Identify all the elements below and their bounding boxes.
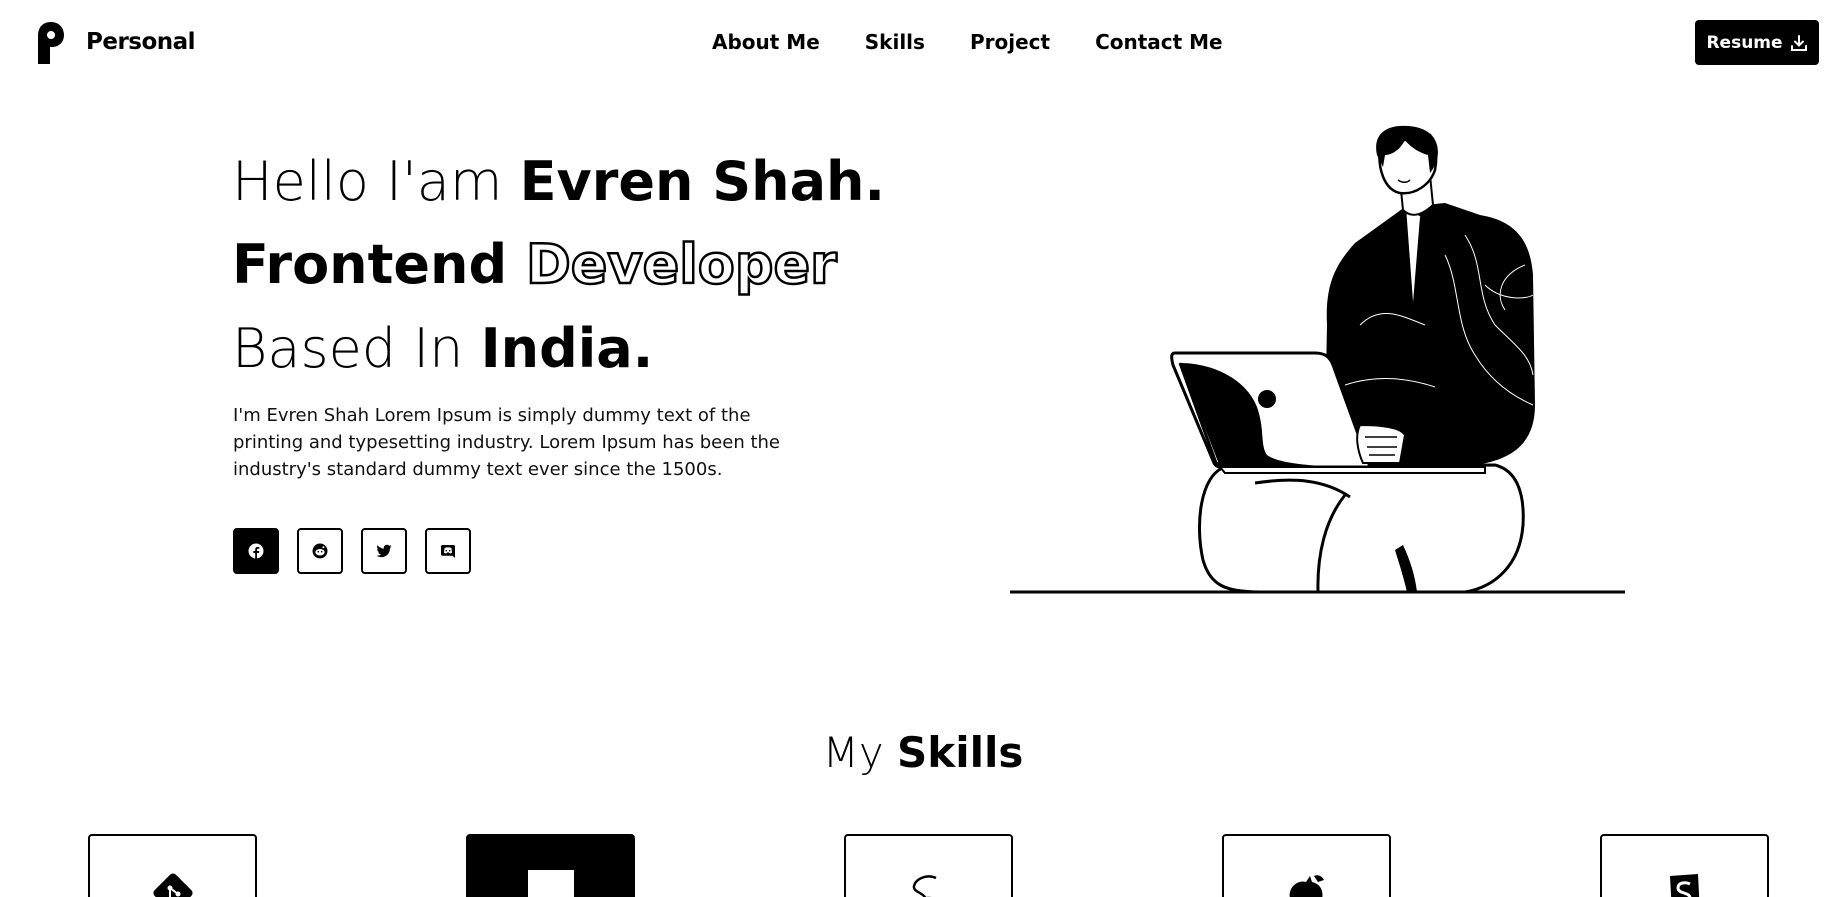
facebook-icon — [248, 543, 264, 559]
skill-card-storybook[interactable] — [1600, 834, 1769, 897]
nav-about-me[interactable]: About Me — [712, 30, 820, 54]
javascript-icon: JS — [527, 870, 574, 897]
discord-button[interactable] — [425, 528, 471, 574]
hero-greeting: Hello I'am — [232, 150, 520, 213]
resume-label: Resume — [1706, 32, 1783, 53]
download-icon — [1790, 34, 1807, 51]
hero-heading-line-3: Based In India. — [232, 322, 653, 376]
skills-heading: My Skills — [0, 728, 1846, 777]
hero-role-prefix: Frontend — [232, 233, 526, 296]
skill-card-javascript[interactable]: JS — [466, 834, 635, 897]
hero-name: Evren Shah. — [519, 150, 885, 213]
skill-card-sass[interactable] — [844, 834, 1013, 897]
storybook-icon — [1669, 874, 1699, 897]
social-links — [233, 528, 471, 574]
hero-heading-line-1: Hello I'am Evren Shah. — [232, 155, 885, 209]
main-nav: About Me Skills Project Contact Me — [712, 30, 1223, 54]
skills-title-light: My — [822, 728, 898, 777]
hero-role-outline: Developer — [525, 233, 838, 296]
sass-icon — [912, 875, 937, 897]
nav-contact-me[interactable]: Contact Me — [1095, 30, 1223, 54]
git-icon — [152, 873, 193, 897]
twitter-icon — [376, 544, 392, 558]
brand-logo[interactable]: Personal — [36, 20, 196, 64]
nav-project[interactable]: Project — [970, 30, 1050, 54]
reddit-button[interactable] — [297, 528, 343, 574]
hero-illustration — [1010, 125, 1625, 594]
hero-heading-line-2: Frontend Developer — [232, 236, 838, 293]
p-logo-icon — [38, 22, 64, 64]
twitter-button[interactable] — [361, 528, 407, 574]
redux-icon — [1289, 875, 1324, 897]
hero-location: India. — [480, 317, 654, 380]
skill-card-git[interactable] — [88, 834, 257, 897]
nav-skills[interactable]: Skills — [865, 30, 925, 54]
skill-card-redux[interactable] — [1222, 834, 1391, 897]
reddit-icon — [312, 543, 328, 559]
skills-title-bold: Skills — [897, 728, 1024, 777]
facebook-button[interactable] — [233, 528, 279, 574]
brand-name: Personal — [86, 29, 196, 55]
hero-location-prefix: Based In — [232, 317, 481, 380]
resume-button[interactable]: Resume — [1695, 20, 1819, 65]
discord-icon — [441, 545, 455, 558]
hero-description: I'm Evren Shah Lorem Ipsum is simply dum… — [233, 405, 780, 480]
site-header: Personal About Me Skills Project Contact… — [0, 0, 1846, 86]
